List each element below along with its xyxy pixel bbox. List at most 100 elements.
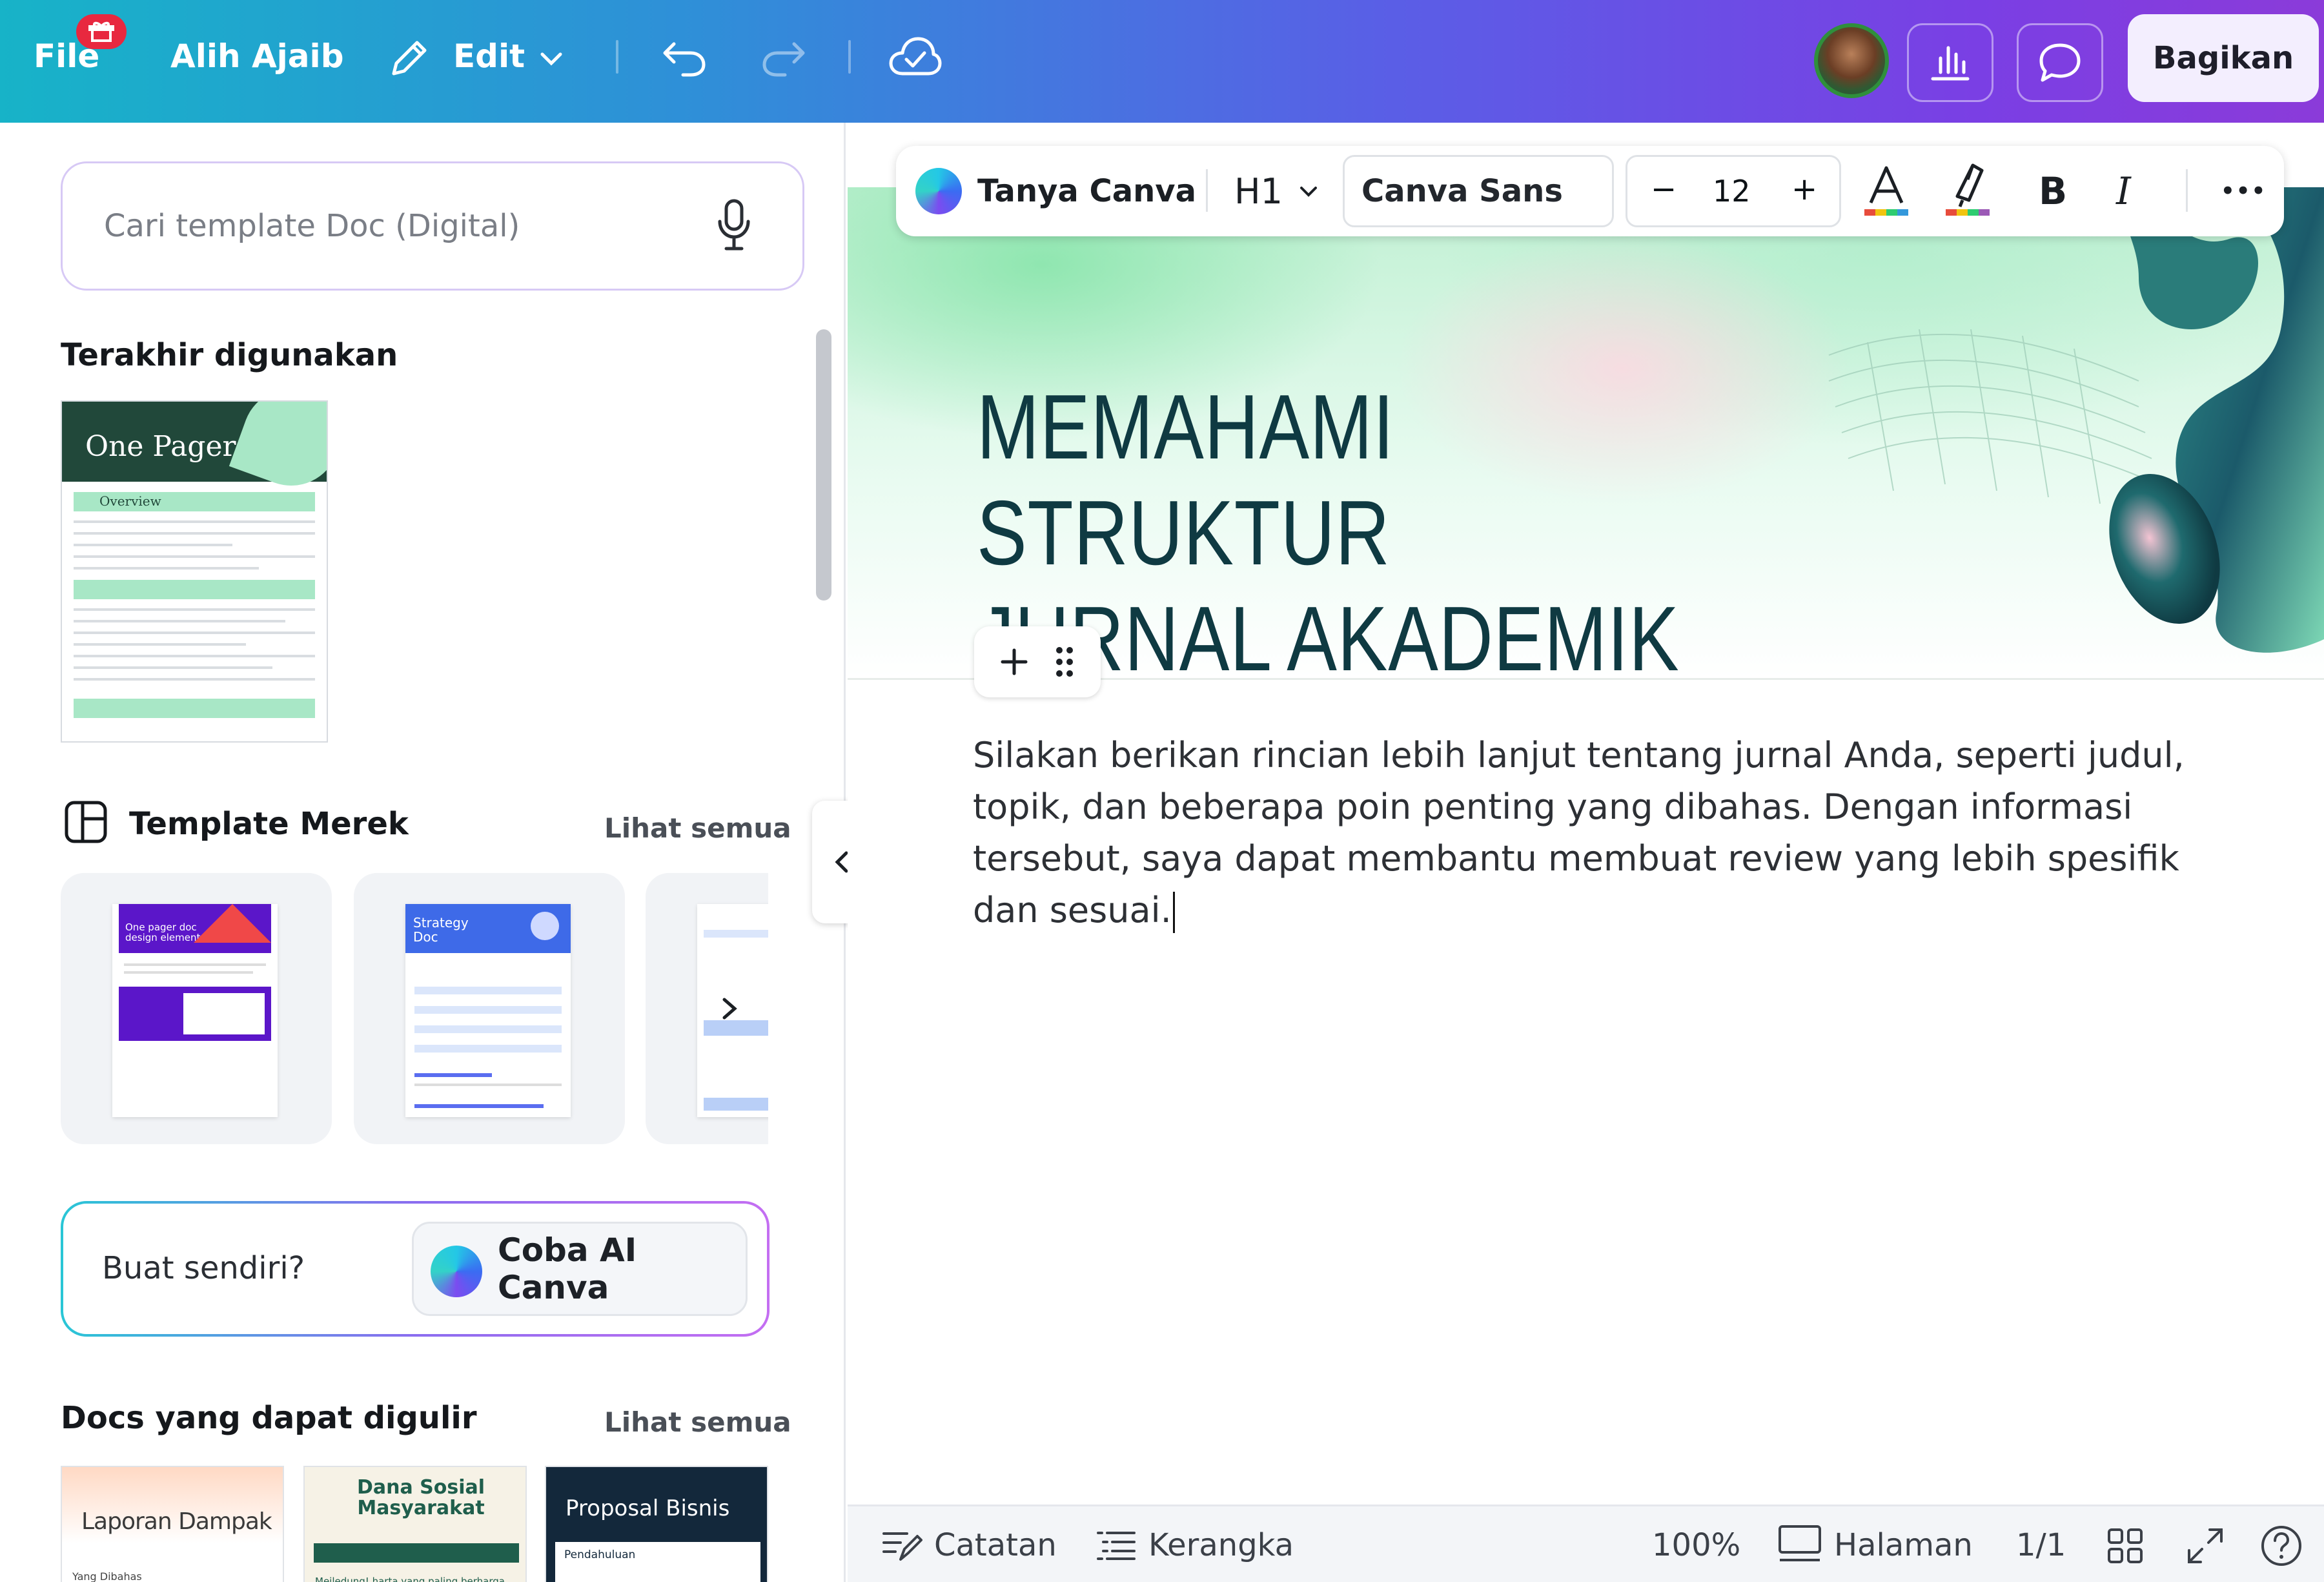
- recent-template-card[interactable]: One Pager Overview: [61, 400, 328, 743]
- help-icon[interactable]: [2260, 1525, 2303, 1567]
- text-color-icon[interactable]: [1862, 163, 1911, 218]
- ask-canva-button[interactable]: Tanya Canva: [915, 146, 1196, 236]
- notes-button[interactable]: Catatan: [881, 1506, 1057, 1582]
- brand-template-card[interactable]: [646, 873, 768, 1144]
- green-bar: [314, 1543, 519, 1563]
- text-line: [74, 544, 232, 546]
- notification-badge[interactable]: [76, 14, 127, 49]
- share-button[interactable]: Bagikan: [2128, 14, 2319, 102]
- font-family-dropdown[interactable]: Canva Sans: [1343, 155, 1614, 227]
- search-placeholder: Cari template Doc (Digital): [104, 208, 520, 244]
- chevron-down-icon[interactable]: [538, 45, 564, 71]
- pencil-icon[interactable]: [387, 36, 431, 80]
- try-ai-label: Coba AI Canva: [498, 1231, 637, 1306]
- text-line: [74, 608, 315, 611]
- scroll-doc-card[interactable]: Dana Sosial Masyarakat Meiledung! harta …: [303, 1466, 527, 1582]
- text-cursor: [1172, 892, 1175, 934]
- add-block-icon[interactable]: [999, 646, 1030, 677]
- brand-template-icon: [65, 801, 107, 843]
- text-line: [74, 655, 315, 657]
- document-header-banner: MEMAHAMI STRUKTUR JURNAL AKADEMIK: [848, 187, 2324, 690]
- italic-button[interactable]: I: [2116, 146, 2131, 236]
- document-body-paragraph[interactable]: Silakan berikan rincian lebih lanjut ten…: [973, 730, 2212, 936]
- font-size-value[interactable]: 12: [1713, 174, 1751, 209]
- panel-scrollbar[interactable]: [816, 329, 831, 601]
- document-title[interactable]: MEMAHAMI STRUKTUR JURNAL AKADEMIK: [977, 375, 1824, 692]
- ai-question: Buat sendiri?: [102, 1250, 305, 1286]
- scrollable-docs-title: Docs yang dapat digulir: [61, 1400, 477, 1436]
- purple-box: [119, 987, 271, 1041]
- bar-chart-icon: [1931, 46, 1970, 81]
- template-page: Strategy Doc: [405, 904, 571, 1117]
- zoom-level[interactable]: 100%: [1652, 1506, 1740, 1582]
- cloud-check-icon[interactable]: [888, 34, 943, 83]
- comment-icon: [2039, 43, 2081, 82]
- card-subtitle: Meiledung! harta yang paling berharga: [315, 1576, 505, 1582]
- font-size-stepper: − 12 +: [1626, 155, 1841, 227]
- text-line: [124, 971, 253, 974]
- toolbar-divider: [848, 40, 851, 74]
- grid-view-icon[interactable]: [2106, 1527, 2144, 1565]
- editor-footer: Catatan Kerangka 100% Halaman 1/1: [848, 1505, 2324, 1582]
- template-search-input[interactable]: Cari template Doc (Digital): [61, 161, 804, 291]
- edit-menu[interactable]: Edit: [453, 37, 525, 75]
- notes-label: Catatan: [934, 1527, 1057, 1563]
- title-line-1: MEMAHAMI STRUKTUR: [977, 376, 1394, 584]
- user-avatar[interactable]: [1814, 23, 1889, 98]
- text-line: [414, 1104, 544, 1108]
- table-row: [414, 987, 562, 994]
- text-line: [74, 532, 315, 535]
- table-row: [704, 1020, 768, 1036]
- outline-button[interactable]: Kerangka: [1096, 1506, 1294, 1582]
- increase-size-button[interactable]: +: [1791, 171, 1817, 207]
- microphone-icon[interactable]: [716, 198, 752, 252]
- bold-button[interactable]: B: [2039, 146, 2067, 236]
- chevron-right-icon[interactable]: [717, 996, 742, 1022]
- pages-button[interactable]: Halaman: [1777, 1506, 1973, 1582]
- text-line: [74, 632, 315, 634]
- brand-template-card[interactable]: Strategy Doc: [354, 873, 625, 1144]
- redo-icon[interactable]: [759, 35, 807, 80]
- magic-switch-menu[interactable]: Alih Ajaib: [170, 37, 343, 75]
- font-name: Canva Sans: [1361, 173, 1563, 209]
- resources-bar: [74, 699, 315, 718]
- table-row: [414, 1006, 562, 1014]
- undo-icon[interactable]: [661, 35, 709, 80]
- scroll-doc-card[interactable]: Laporan Dampak Yang Dibahas: [61, 1466, 284, 1582]
- page-counter[interactable]: 1/1: [2016, 1506, 2066, 1582]
- overview-label: Overview: [99, 493, 161, 509]
- text-line: [74, 520, 315, 523]
- comments-button[interactable]: [2017, 23, 2103, 102]
- brand-see-all-link[interactable]: Lihat semua: [604, 812, 791, 844]
- text-line: [74, 666, 272, 669]
- white-list-box: [183, 993, 265, 1034]
- toolbar-divider: [1206, 169, 1208, 212]
- brand-template-card[interactable]: One pager doc design elements: [61, 873, 332, 1144]
- text-line: [414, 1073, 492, 1077]
- drag-handle-icon[interactable]: [1053, 645, 1076, 679]
- more-options-button[interactable]: •••: [2221, 146, 2267, 236]
- card-subtitle: Yang Dibahas: [72, 1570, 142, 1582]
- highlight-color-icon[interactable]: [1943, 160, 1992, 218]
- toolbar-divider: [616, 40, 618, 74]
- card-title: Strategy Doc: [413, 915, 469, 945]
- fullscreen-icon[interactable]: [2185, 1526, 2225, 1566]
- recent-template-header: One Pager: [62, 402, 327, 500]
- notes-icon: [882, 1532, 922, 1561]
- heading-style-dropdown[interactable]: H1: [1234, 146, 1319, 236]
- template-page: One pager doc design elements: [112, 904, 278, 1117]
- pages-icon: [1779, 1525, 1821, 1561]
- insights-button[interactable]: [1907, 23, 1993, 102]
- outline-list-icon: [1097, 1532, 1136, 1560]
- text-line: [74, 620, 285, 622]
- decorative-blob-graphic: [1828, 187, 2324, 653]
- decorative-triangle: [194, 904, 271, 943]
- table-row: [414, 1025, 562, 1033]
- scroll-doc-card[interactable]: Proposal Bisnis Pendahuluan: [545, 1466, 768, 1582]
- document-editor: MEMAHAMI STRUKTUR JURNAL AKADEMIK Silaka…: [848, 123, 2324, 1505]
- card-title: Laporan Dampak: [81, 1508, 272, 1535]
- try-ai-button[interactable]: Coba AI Canva: [412, 1222, 748, 1316]
- decrease-size-button[interactable]: −: [1651, 171, 1677, 207]
- scrollable-see-all-link[interactable]: Lihat semua: [604, 1406, 791, 1438]
- card-title: Proposal Bisnis: [566, 1495, 730, 1521]
